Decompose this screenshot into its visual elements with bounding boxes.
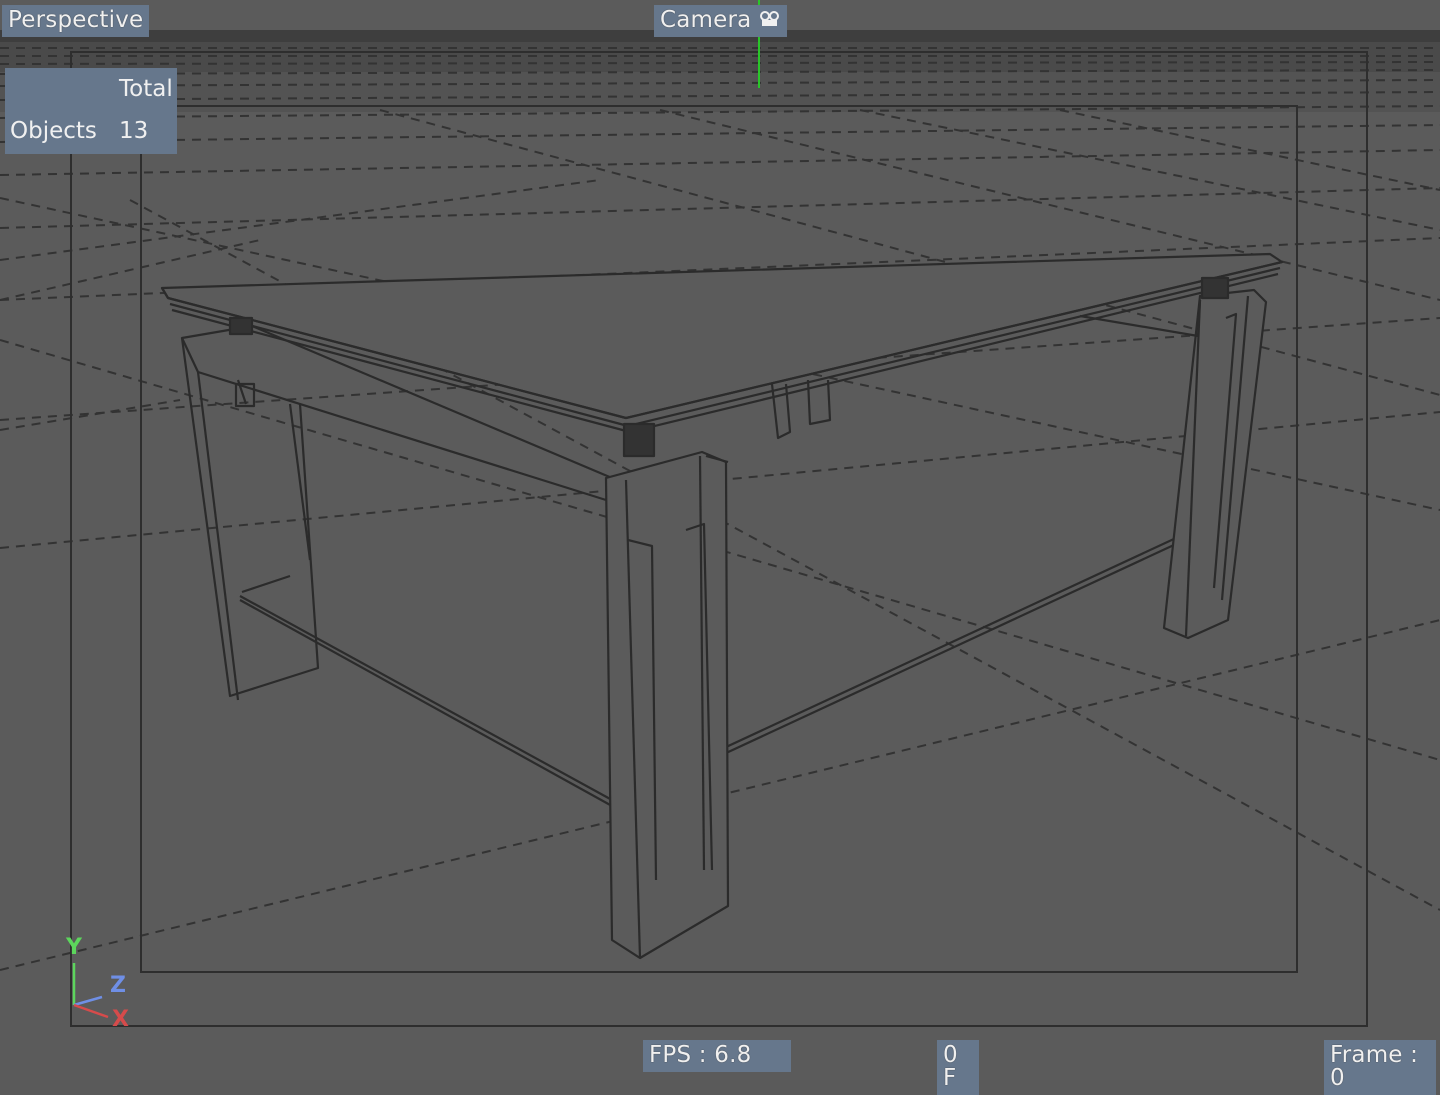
frame-readout: Frame : 0 (1324, 1040, 1436, 1095)
info-objects-label: Objects (10, 118, 97, 144)
frame-counter: 0 F (937, 1040, 979, 1095)
info-objects-value: 13 (119, 118, 149, 144)
camera-label: Camera (660, 7, 752, 33)
viewport[interactable]: Perspective Camera Total Objects 13 FPS … (0, 0, 1440, 1095)
wireframe-scene[interactable] (0, 0, 1440, 1080)
info-total-header: Total (119, 76, 173, 102)
axis-x-label: X (112, 1007, 129, 1032)
camera-icon[interactable] (759, 11, 781, 27)
axis-y-label: Y (66, 935, 82, 960)
camera-menu[interactable]: Camera (654, 5, 788, 37)
table-wireframe[interactable] (160, 252, 1284, 960)
view-name-label[interactable]: Perspective (2, 5, 150, 37)
scene-info-panel: Total Objects 13 (5, 68, 177, 154)
axis-z-label: Z (110, 973, 126, 998)
fps-readout: FPS : 6.8 (643, 1040, 791, 1072)
axis-gizmo: Y Z X (56, 935, 146, 1035)
